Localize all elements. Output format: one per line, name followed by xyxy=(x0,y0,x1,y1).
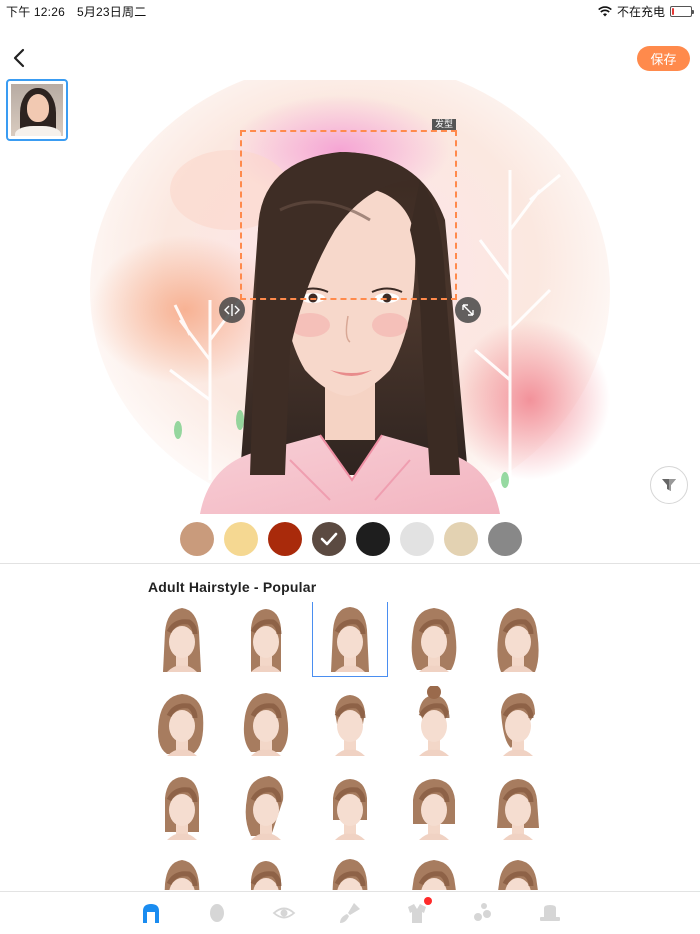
hairstyle-option[interactable] xyxy=(145,854,219,890)
tab-eye[interactable] xyxy=(272,901,296,925)
hairstyle-thumbnail xyxy=(250,861,282,890)
hairstyle-thumbnail xyxy=(334,695,366,756)
tab-makeup-brush[interactable] xyxy=(338,901,362,925)
face-icon xyxy=(210,904,224,922)
filter-button[interactable] xyxy=(650,466,688,504)
tab-hair[interactable] xyxy=(139,901,163,925)
charging-status: 不在充电 xyxy=(616,5,665,19)
resize-handle[interactable] xyxy=(455,297,481,323)
accessories-icon xyxy=(474,903,491,921)
hairstyle-thumbnail xyxy=(501,693,535,756)
battery-icon xyxy=(670,6,694,17)
hairstyle-option[interactable] xyxy=(145,770,219,844)
thumb-face xyxy=(27,94,49,122)
color-swatch-beige[interactable] xyxy=(444,522,478,556)
hairstyle-option[interactable] xyxy=(397,602,471,676)
hair-region-label: 发型 xyxy=(432,119,457,130)
color-swatch-dark-brown[interactable] xyxy=(312,522,346,556)
color-swatch-auburn[interactable] xyxy=(268,522,302,556)
status-date: 5月23日周二 xyxy=(76,5,147,19)
tab-accessories[interactable] xyxy=(471,901,495,925)
hairstyle-option[interactable] xyxy=(481,770,555,844)
hairstyle-option[interactable] xyxy=(481,686,555,760)
hairstyle-grid xyxy=(145,602,557,890)
hairstyle-thumbnail xyxy=(158,694,204,756)
hairstyle-thumbnail xyxy=(331,607,369,672)
hair-icon xyxy=(143,904,159,923)
photo-thumbnail-image xyxy=(11,84,63,136)
hairstyle-option[interactable] xyxy=(145,686,219,760)
status-left: 下午 12:26 5月23日周二 xyxy=(6,3,158,20)
back-button[interactable] xyxy=(8,46,32,70)
hairstyle-option[interactable] xyxy=(145,602,219,676)
battery-level xyxy=(672,8,674,15)
hairstyle-thumbnail xyxy=(164,860,200,890)
hair-color-swatches xyxy=(180,522,522,556)
save-button[interactable]: 保存 xyxy=(637,46,690,71)
notification-badge xyxy=(424,897,432,905)
hairstyle-thumbnail xyxy=(243,693,289,756)
hairstyle-thumbnail xyxy=(497,779,539,840)
hairstyle-option[interactable] xyxy=(313,686,387,760)
tab-hat[interactable] xyxy=(538,901,562,925)
hairstyle-thumbnail xyxy=(163,608,201,672)
color-swatch-light-gray[interactable] xyxy=(400,522,434,556)
hairstyle-option[interactable] xyxy=(313,854,387,890)
check-icon xyxy=(320,532,338,546)
color-swatch-light-brown[interactable] xyxy=(180,522,214,556)
divider xyxy=(0,563,700,564)
hairstyle-option[interactable] xyxy=(229,686,303,760)
hairstyle-option[interactable] xyxy=(229,602,303,676)
hairstyle-option[interactable] xyxy=(481,602,555,676)
hairstyle-thumbnail xyxy=(245,776,284,840)
bottom-tab-bar xyxy=(0,891,700,934)
hairstyle-thumbnail xyxy=(411,608,457,672)
status-bar: 下午 12:26 5月23日周二 不在充电 xyxy=(0,0,700,20)
hairstyle-thumbnail xyxy=(498,860,538,890)
catalog-title: Adult Hairstyle - Popular xyxy=(148,579,317,595)
hat-icon xyxy=(540,905,560,921)
hairstyle-thumbnail xyxy=(413,779,455,840)
hairstyle-option[interactable] xyxy=(481,854,555,890)
hairstyle-option[interactable] xyxy=(312,602,388,677)
hairstyle-option[interactable] xyxy=(397,770,471,844)
eye-icon xyxy=(272,907,296,919)
hairstyle-option[interactable] xyxy=(229,854,303,890)
status-time: 下午 12:26 xyxy=(6,5,65,19)
resize-diagonal-icon xyxy=(462,304,474,316)
hairstyle-thumbnail xyxy=(412,860,456,890)
tab-face[interactable] xyxy=(205,901,229,925)
move-handle[interactable] xyxy=(219,297,245,323)
hairstyle-thumbnail xyxy=(250,609,282,672)
hairstyle-option[interactable] xyxy=(397,854,471,890)
wifi-icon xyxy=(598,6,612,17)
thumb-shirt xyxy=(15,126,61,136)
hairstyle-option[interactable] xyxy=(313,770,387,844)
hairstyle-thumbnail xyxy=(333,779,367,840)
hairstyle-option[interactable] xyxy=(229,770,303,844)
tab-clothes[interactable] xyxy=(405,897,432,925)
hairstyle-option[interactable] xyxy=(397,685,471,760)
chevron-left-icon xyxy=(13,48,25,68)
avatar-illustration xyxy=(90,80,610,514)
color-swatch-blonde[interactable] xyxy=(224,522,258,556)
hairstyle-thumbnail xyxy=(418,685,450,756)
filter-icon xyxy=(662,479,676,491)
hairstyle-thumbnail xyxy=(497,608,539,672)
arrows-horizontal-icon xyxy=(224,304,240,316)
avatar-canvas[interactable] xyxy=(90,80,610,514)
color-swatch-gray[interactable] xyxy=(488,522,522,556)
hairstyle-thumbnail xyxy=(165,777,199,840)
color-swatch-black[interactable] xyxy=(356,522,390,556)
hairstyle-thumbnail xyxy=(332,859,368,890)
photo-thumbnail[interactable] xyxy=(6,79,68,141)
makeup-brush-icon xyxy=(340,903,360,923)
status-right: 不在充电 xyxy=(598,3,694,20)
